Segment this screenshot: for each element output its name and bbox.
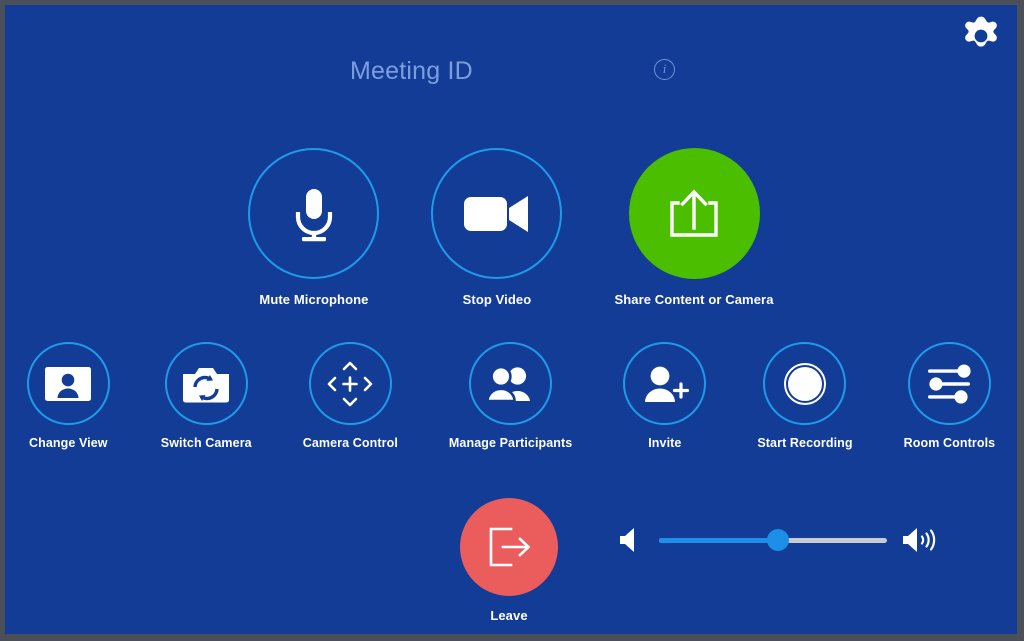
primary-action-row: Mute Microphone Stop Video Share Content…	[5, 148, 1017, 307]
start-recording-circle	[763, 342, 847, 425]
share-upload-icon	[665, 185, 723, 243]
switch-camera-label: Switch Camera	[160, 436, 252, 450]
record-circle-icon	[783, 362, 827, 406]
person-card-icon	[45, 366, 92, 401]
exit-door-arrow-icon	[485, 524, 533, 570]
camera-control-button[interactable]: Camera Control	[303, 342, 398, 450]
bottom-bar: Leave	[5, 498, 1017, 623]
camera-switch-icon	[183, 365, 230, 403]
room-controls-circle	[907, 342, 991, 425]
stop-video-label: Stop Video	[462, 292, 532, 307]
start-recording-label: Start Recording	[757, 436, 853, 450]
video-camera-icon	[463, 193, 530, 235]
stop-video-button[interactable]: Stop Video	[431, 148, 563, 307]
change-view-button[interactable]: Change View	[26, 342, 110, 450]
leave-circle	[460, 498, 558, 596]
change-view-circle	[26, 342, 110, 425]
leave-label: Leave	[490, 608, 528, 623]
info-icon[interactable]: i	[654, 59, 675, 80]
controller-screen: Meeting ID i Mute Microphone Stop Video …	[5, 5, 1017, 634]
switch-camera-button[interactable]: Switch Camera	[161, 342, 252, 450]
leave-button[interactable]: Leave	[460, 498, 558, 623]
secondary-action-row: Change View Switch Camera Camera Control…	[5, 342, 1017, 450]
invite-label: Invite	[648, 436, 682, 450]
volume-up-button[interactable]	[901, 525, 941, 555]
header: Meeting ID i	[5, 5, 1017, 105]
gear-icon	[960, 15, 1002, 57]
mute-microphone-button[interactable]: Mute Microphone	[248, 148, 380, 307]
app-window: Meeting ID i Mute Microphone Stop Video …	[0, 0, 1024, 641]
volume-slider-thumb[interactable]	[766, 529, 789, 551]
speaker-high-icon	[901, 525, 941, 555]
room-controls-button[interactable]: Room Controls	[904, 342, 996, 450]
page-title: Meeting ID	[350, 57, 473, 85]
switch-camera-circle	[164, 342, 248, 425]
camera-pan-tilt-icon	[324, 358, 376, 410]
manage-participants-circle	[469, 342, 553, 425]
settings-button[interactable]	[960, 15, 1002, 57]
share-content-button[interactable]: Share Content or Camera	[614, 148, 773, 307]
volume-slider-fill	[659, 537, 778, 543]
start-recording-button[interactable]: Start Recording	[757, 342, 853, 450]
person-add-icon	[641, 365, 689, 403]
camera-control-label: Camera Control	[302, 436, 398, 450]
share-content-circle	[628, 148, 760, 279]
invite-circle	[623, 342, 707, 425]
mute-microphone-label: Mute Microphone	[259, 292, 369, 307]
volume-control	[617, 525, 941, 555]
people-icon	[485, 365, 536, 402]
stop-video-circle	[431, 148, 563, 279]
mute-microphone-circle	[248, 148, 380, 279]
share-content-label: Share Content or Camera	[614, 292, 774, 307]
manage-participants-button[interactable]: Manage Participants	[449, 342, 572, 450]
manage-participants-label: Manage Participants	[448, 436, 573, 450]
microphone-icon	[287, 183, 341, 245]
speaker-low-icon	[617, 525, 645, 555]
sliders-icon	[925, 363, 973, 405]
room-controls-label: Room Controls	[903, 436, 996, 450]
invite-button[interactable]: Invite	[623, 342, 707, 450]
camera-control-circle	[308, 342, 392, 425]
volume-down-button[interactable]	[617, 525, 645, 555]
change-view-label: Change View	[28, 436, 108, 450]
volume-slider[interactable]	[659, 529, 887, 551]
